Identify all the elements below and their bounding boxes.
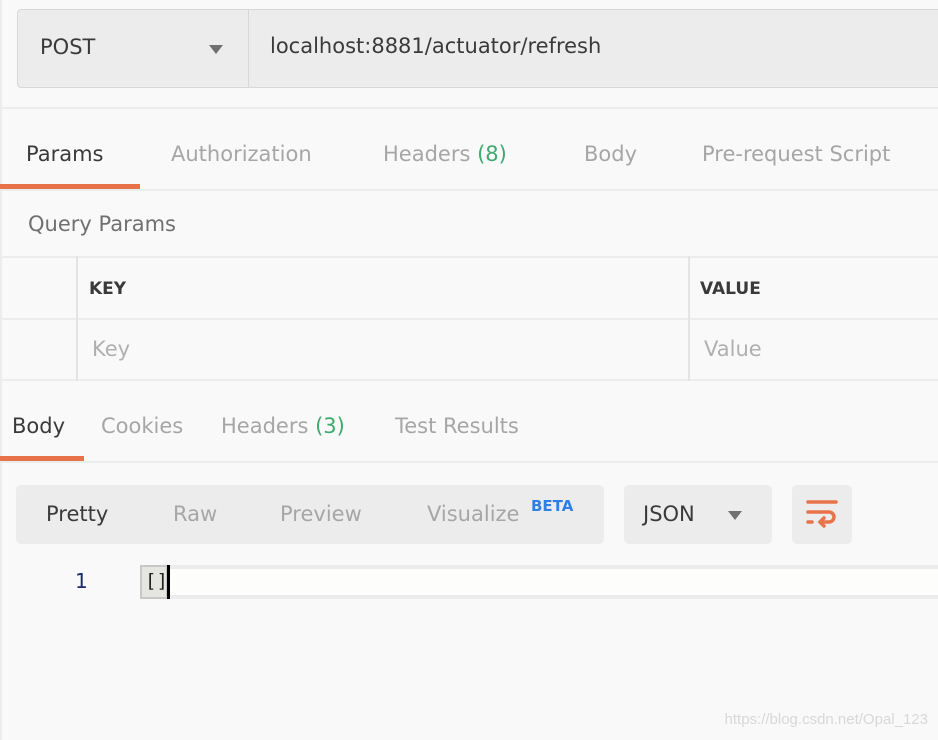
tab-authorization[interactable]: Authorization — [171, 142, 312, 166]
wrap-icon — [806, 500, 838, 528]
active-line — [140, 565, 938, 599]
code-content[interactable]: [] — [140, 565, 168, 599]
tab-headers-label: Headers — [383, 142, 471, 166]
view-visualize[interactable]: Visualize — [427, 502, 519, 526]
view-preview[interactable]: Preview — [280, 502, 362, 526]
divider — [0, 107, 938, 109]
value-header: VALUE — [700, 279, 761, 299]
response-headers-label: Headers — [221, 414, 309, 438]
response-tab-test-results[interactable]: Test Results — [395, 414, 519, 438]
column-divider — [76, 256, 78, 381]
response-headers-count: (3) — [315, 414, 345, 438]
format-label: JSON — [643, 502, 695, 526]
column-divider — [688, 256, 690, 381]
tab-pre-request-script[interactable]: Pre-request Script — [702, 142, 890, 166]
headers-count: (8) — [477, 142, 507, 166]
view-raw[interactable]: Raw — [173, 502, 217, 526]
view-pretty[interactable]: Pretty — [46, 502, 108, 526]
table-border — [0, 318, 938, 320]
method-label: POST — [40, 35, 96, 59]
window-edge — [0, 0, 2, 740]
beta-badge: BETA — [531, 497, 574, 515]
divider — [0, 189, 938, 191]
watermark: https://blog.csdn.net/Opal_123 — [724, 711, 928, 728]
text-cursor — [167, 565, 170, 599]
key-input[interactable]: Key — [92, 337, 130, 361]
request-bar: POST localhost:8881/actuator/refresh — [17, 9, 938, 88]
divider — [0, 461, 938, 463]
key-header: KEY — [89, 279, 127, 299]
method-select[interactable]: POST — [18, 10, 249, 87]
table-border — [0, 379, 938, 381]
view-mode-group: Pretty Raw Preview Visualize BETA — [16, 485, 604, 544]
response-tab-cookies[interactable]: Cookies — [101, 414, 183, 438]
format-select[interactable]: JSON — [624, 485, 772, 544]
chevron-down-icon — [728, 511, 742, 520]
chevron-down-icon — [209, 45, 223, 54]
tab-params[interactable]: Params — [26, 142, 104, 166]
wrap-lines-button[interactable] — [792, 485, 852, 544]
table-border — [0, 256, 938, 258]
query-params-title: Query Params — [28, 212, 176, 236]
response-tab-headers[interactable]: Headers (3) — [221, 414, 345, 438]
response-tab-body[interactable]: Body — [12, 414, 65, 438]
tab-body[interactable]: Body — [584, 142, 637, 166]
line-number: 1 — [75, 569, 88, 593]
tab-headers[interactable]: Headers (8) — [383, 142, 507, 166]
value-input[interactable]: Value — [704, 337, 762, 361]
url-input[interactable]: localhost:8881/actuator/refresh — [270, 34, 601, 58]
